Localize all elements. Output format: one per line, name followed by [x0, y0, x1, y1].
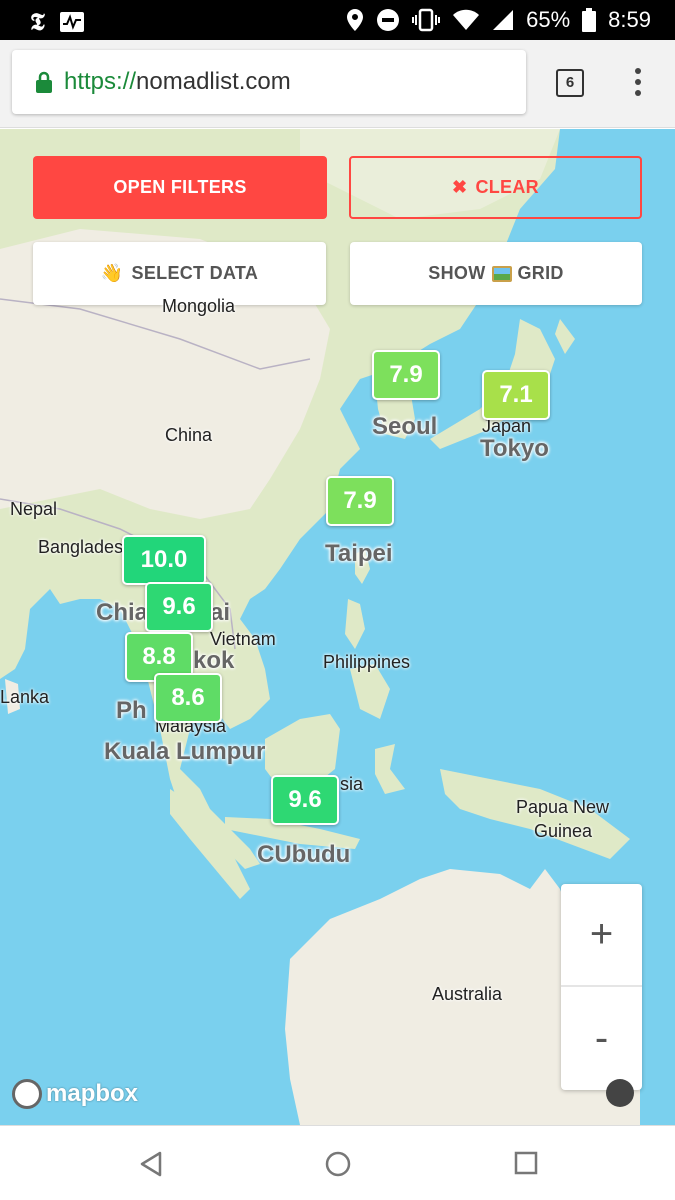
home-icon[interactable] [325, 1151, 351, 1177]
city-tokyo[interactable]: Tokyo [480, 435, 549, 463]
url-host: nomadlist.com [136, 68, 291, 95]
vibrate-icon [412, 8, 441, 32]
zoom-out-button[interactable]: - [561, 987, 642, 1090]
activity-icon [59, 11, 84, 32]
select-data-label: SELECT DATA [131, 263, 259, 283]
city-seoul[interactable]: Seoul [372, 413, 437, 441]
score-marker-seoul[interactable]: 7.9 [372, 350, 440, 400]
label-nepal: Nepal [10, 499, 58, 519]
zoom-in-button[interactable]: + [561, 884, 642, 987]
url-text: https://nomadlist.com [64, 68, 291, 96]
map[interactable]: OPEN FILTERS ✖ CLEAR 👋 SELECT DATA SHOW … [0, 129, 675, 1125]
show-grid-button[interactable]: SHOW GRID [350, 242, 642, 305]
city-bangkok[interactable]: kok [193, 647, 234, 675]
city-chiang-mai-part2[interactable]: ai [210, 599, 230, 627]
zoom-control: + - [561, 884, 642, 1090]
label-philippines: Philippines [323, 652, 411, 672]
mapbox-logo-icon [12, 1079, 42, 1109]
url-scheme: https:// [64, 68, 137, 95]
city-kuala-lumpur[interactable]: Kuala Lumpur [104, 738, 265, 766]
picture-icon [491, 265, 512, 282]
recents-icon[interactable] [514, 1151, 538, 1175]
status-left-icons: 𝕿 [30, 7, 85, 36]
label-lanka: Lanka [0, 687, 50, 707]
label-papua: Papua New [516, 797, 610, 817]
mapbox-logo[interactable]: mapbox [12, 1079, 138, 1109]
city-taipei[interactable]: Taipei [325, 540, 393, 568]
close-icon: ✖ [452, 177, 468, 197]
lock-icon [36, 71, 52, 93]
wifi-icon [453, 9, 480, 30]
clock: 8:59 [608, 7, 651, 32]
score-marker-ubud[interactable]: 9.6 [271, 775, 339, 825]
score-marker-bangkok[interactable]: 9.6 [145, 582, 213, 632]
location-icon [347, 9, 364, 31]
label-indonesia: sia [340, 774, 364, 794]
battery-icon [582, 8, 597, 32]
back-icon[interactable] [139, 1151, 163, 1177]
city-ubud[interactable]: CUbudu [257, 841, 350, 869]
score-marker-chiang-mai[interactable]: 10.0 [122, 535, 206, 585]
system-nav-bar [0, 1125, 675, 1200]
browser-toolbar: https://nomadlist.com 6 [0, 40, 675, 128]
battery-percent: 65% [526, 7, 571, 32]
nyt-app-icon: 𝕿 [30, 7, 45, 36]
label-bangladesh: Bangladesh [38, 537, 134, 557]
city-chiang-mai-part1[interactable]: Chia [96, 599, 148, 627]
status-bar: 𝕿 65% 8:59 [0, 0, 675, 40]
clear-button[interactable]: ✖ CLEAR [349, 156, 642, 219]
label-china: China [165, 425, 213, 445]
label-australia: Australia [432, 984, 503, 1004]
show-grid-suffix: GRID [517, 263, 564, 283]
open-filters-button[interactable]: OPEN FILTERS [33, 156, 327, 219]
label-guinea: Guinea [534, 821, 593, 841]
info-icon[interactable] [606, 1079, 634, 1107]
score-marker-taipei[interactable]: 7.9 [326, 476, 394, 526]
signal-icon [493, 10, 514, 30]
browser-menu-button[interactable] [631, 68, 645, 102]
do-not-disturb-icon [377, 9, 400, 31]
score-marker-tokyo[interactable]: 7.1 [482, 370, 550, 420]
score-marker-kuala-lumpur[interactable]: 8.6 [154, 673, 222, 723]
tab-switcher-button[interactable]: 6 [556, 69, 584, 97]
label-mongolia: Mongolia [162, 296, 236, 316]
mapbox-wordmark: mapbox [46, 1080, 139, 1107]
city-phuket[interactable]: Ph [116, 697, 147, 725]
show-grid-prefix: SHOW [428, 263, 486, 283]
waving-hand-icon: 👋 [100, 263, 124, 283]
address-bar[interactable]: https://nomadlist.com [12, 50, 526, 114]
status-right-icons: 65% 8:59 [346, 7, 651, 33]
clear-label: CLEAR [475, 177, 539, 197]
